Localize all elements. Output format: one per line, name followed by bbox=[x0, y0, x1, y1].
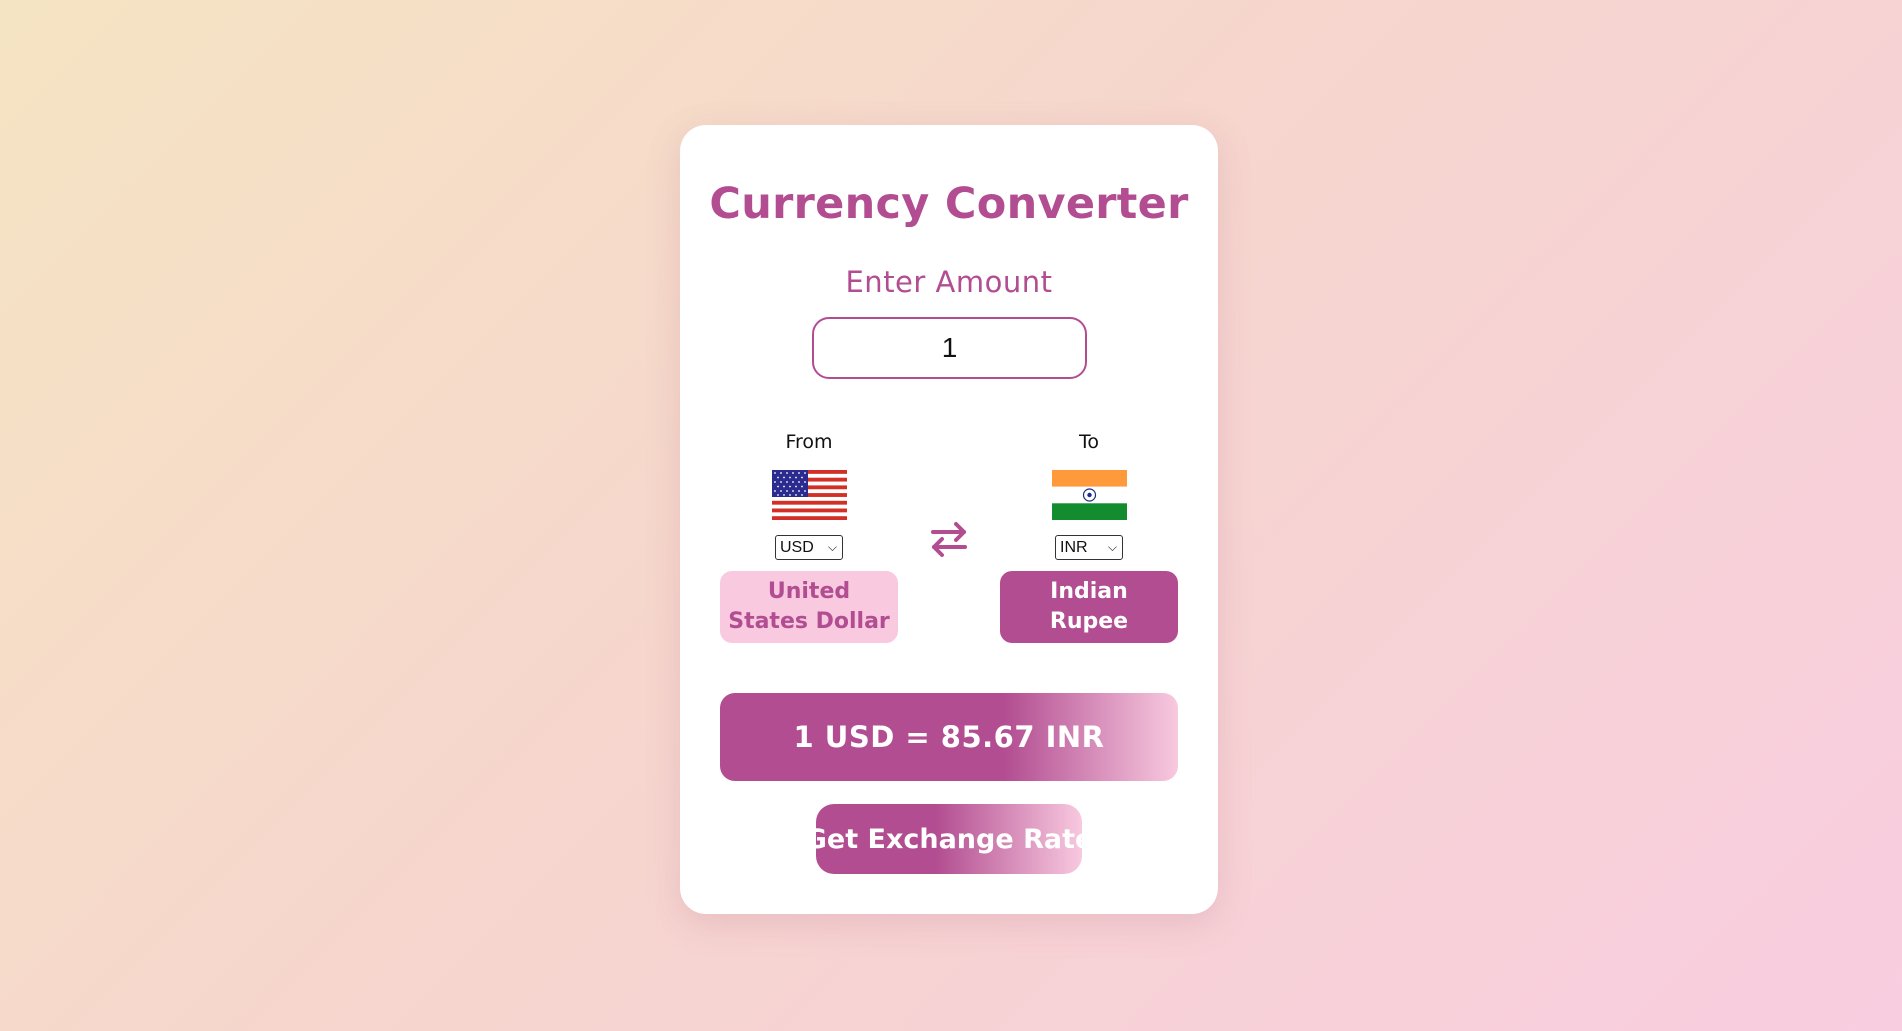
to-currency-select[interactable]: INR ⌵ bbox=[1055, 535, 1123, 560]
chevron-down-icon: ⌵ bbox=[1107, 540, 1117, 554]
amount-label: Enter Amount bbox=[845, 265, 1053, 299]
from-label: From bbox=[785, 431, 833, 453]
to-currency-name: Indian Rupee bbox=[1000, 571, 1178, 643]
to-currency-code: INR bbox=[1060, 539, 1088, 556]
swap-arrows-icon[interactable] bbox=[927, 517, 971, 561]
chevron-down-icon: ⌵ bbox=[827, 540, 837, 554]
converter-card: Currency Converter Enter Amount From bbox=[680, 125, 1218, 914]
to-label: To bbox=[1078, 431, 1099, 453]
from-currency-code: USD bbox=[780, 539, 814, 556]
from-currency-section: From USD ⌵ United States Dollar bbox=[720, 430, 898, 643]
to-currency-section: To INR ⌵ Indian Rupee bbox=[1000, 430, 1178, 643]
us-flag-icon bbox=[771, 470, 847, 520]
exchange-result: 1 USD = 85.67 INR bbox=[720, 693, 1178, 781]
india-flag-icon bbox=[1051, 470, 1127, 520]
amount-input[interactable] bbox=[812, 317, 1087, 379]
from-currency-select[interactable]: USD ⌵ bbox=[775, 535, 843, 560]
from-currency-name: United States Dollar bbox=[720, 571, 898, 643]
page-title: Currency Converter bbox=[709, 179, 1189, 229]
get-exchange-rate-button[interactable]: Get Exchange Rate bbox=[816, 804, 1082, 874]
